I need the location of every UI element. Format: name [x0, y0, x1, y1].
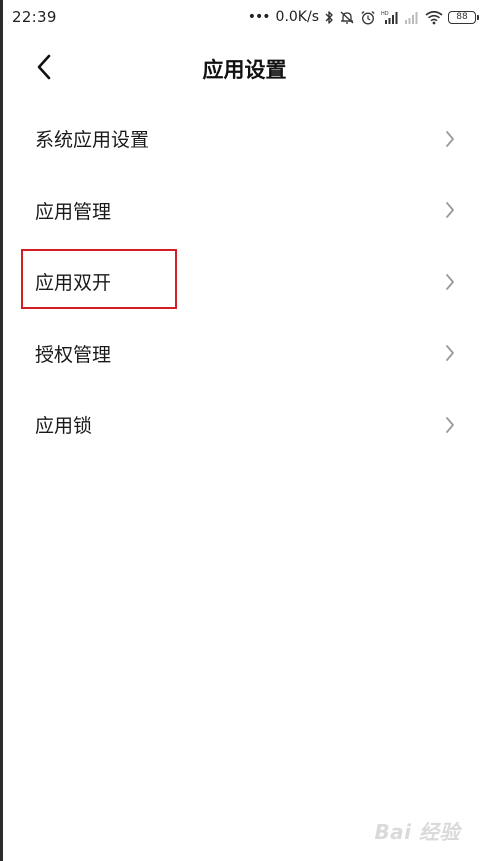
chevron-right-icon [444, 343, 456, 363]
menu-item-label: 应用管理 [35, 200, 112, 223]
menu-item-system-app-settings[interactable]: 系统应用设置 [3, 103, 486, 175]
network-speed: 0.0K/s [275, 9, 319, 25]
page-title: 应用设置 [202, 58, 287, 82]
menu-item-label: 授权管理 [35, 343, 112, 366]
chevron-right-icon [444, 272, 456, 292]
notification-dots: ••• [247, 9, 271, 25]
mute-icon [339, 10, 355, 25]
menu-item-dual-apps[interactable]: 应用双开 [3, 246, 486, 318]
back-button[interactable] [31, 52, 57, 82]
hd-signal-icon: HD [381, 10, 399, 25]
bluetooth-icon [324, 10, 334, 25]
menu-item-app-management[interactable]: 应用管理 [3, 175, 486, 247]
menu-item-label: 应用双开 [35, 272, 112, 295]
menu-item-label: 应用锁 [35, 415, 93, 438]
status-icons: ••• 0.0K/s HD 88 [247, 9, 479, 25]
menu-item-app-lock[interactable]: 应用锁 [3, 389, 486, 461]
chevron-left-icon [37, 54, 51, 80]
chevron-right-icon [444, 415, 456, 435]
watermark: Bai 经验 [374, 820, 460, 844]
menu-item-label: 系统应用设置 [35, 129, 150, 152]
menu-item-permissions[interactable]: 授权管理 [3, 318, 486, 390]
chevron-right-icon [444, 200, 456, 220]
battery-icon: 88 [448, 10, 479, 24]
app-header: 应用设置 [3, 40, 486, 96]
svg-text:HD: HD [381, 11, 389, 17]
status-bar: 22:39 ••• 0.0K/s HD 88 [3, 0, 486, 34]
status-time: 22:39 [12, 8, 57, 26]
signal-icon [404, 10, 420, 25]
alarm-icon [360, 10, 376, 25]
wifi-icon [425, 10, 443, 25]
chevron-right-icon [444, 129, 456, 149]
settings-list: 系统应用设置 应用管理 应用双开 授权管理 应用锁 [3, 103, 486, 461]
